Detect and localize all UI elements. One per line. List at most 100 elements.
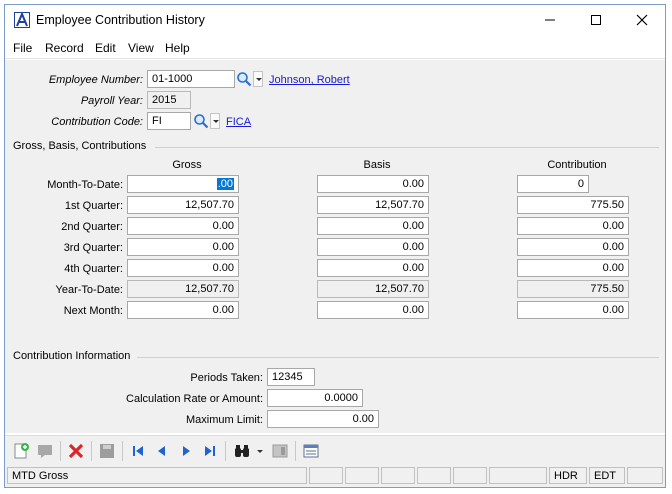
status-pane-empty [345, 467, 379, 484]
menu-edit[interactable]: Edit [95, 41, 116, 55]
next-month-contribution-field[interactable]: 0.00 [517, 301, 629, 319]
next-month-gross-field[interactable]: 0.00 [127, 301, 239, 319]
max-limit-field[interactable]: 0.00 [267, 410, 379, 428]
next-record-button[interactable] [177, 442, 195, 460]
row-label-2nd-quarter: 2nd Quarter: [61, 221, 123, 233]
employee-number-field[interactable]: 01-1000 [147, 70, 235, 88]
maximize-icon [591, 15, 601, 25]
find-dropdown-button[interactable] [255, 442, 265, 460]
status-pane-empty [489, 467, 547, 484]
row-label-1st-quarter: 1st Quarter: [64, 200, 123, 212]
status-bar: MTD Gross HDR EDT [5, 465, 665, 487]
row-label-month-to-date: Month-To-Date: [47, 179, 123, 191]
new-record-icon [14, 443, 29, 459]
contribution-lookup-button[interactable] [193, 113, 209, 129]
toolbar-separator [60, 441, 61, 461]
chevron-down-icon [257, 450, 263, 453]
menu-record[interactable]: Record [45, 41, 84, 55]
title-bar: Employee Contribution History [5, 5, 665, 35]
contribution-lookup-dropdown[interactable] [210, 113, 220, 129]
periods-taken-label: Periods Taken: [190, 372, 263, 384]
status-message: MTD Gross [7, 467, 307, 484]
mtd-contribution-field[interactable]: 0 [517, 175, 589, 193]
ytd-contribution-field: 775.50 [517, 280, 629, 298]
toolbar-separator [225, 441, 226, 461]
form-view-button[interactable] [271, 442, 289, 460]
employee-lookup-button[interactable] [236, 71, 252, 87]
delete-icon [68, 443, 84, 459]
ytd-gross-field: 12,507.70 [127, 280, 239, 298]
next-record-icon [183, 446, 190, 456]
delete-button[interactable] [67, 442, 85, 460]
contribution-code-link[interactable]: FICA [226, 116, 251, 128]
employee-name-link[interactable]: Johnson, Robert [269, 74, 350, 86]
application-window: Employee Contribution History File Recor… [4, 4, 666, 488]
toolbar-separator [122, 441, 123, 461]
status-pane-empty [309, 467, 343, 484]
group-divider [155, 147, 659, 148]
q4-basis-field[interactable]: 0.00 [317, 259, 429, 277]
minimize-icon [545, 19, 555, 21]
q3-basis-field[interactable]: 0.00 [317, 238, 429, 256]
minimize-button[interactable] [527, 5, 573, 35]
q1-gross-field[interactable]: 12,507.70 [127, 196, 239, 214]
previous-record-icon [158, 446, 165, 456]
status-pane-empty [417, 467, 451, 484]
next-month-basis-field[interactable]: 0.00 [317, 301, 429, 319]
mtd-basis-field[interactable]: 0.00 [317, 175, 429, 193]
list-view-button[interactable] [302, 442, 320, 460]
comment-icon [38, 445, 52, 458]
q4-gross-field[interactable]: 0.00 [127, 259, 239, 277]
q1-contribution-field[interactable]: 775.50 [517, 196, 629, 214]
menu-help[interactable]: Help [165, 41, 190, 55]
save-icon [100, 444, 114, 458]
q3-contribution-field[interactable]: 0.00 [517, 238, 629, 256]
max-limit-label: Maximum Limit: [185, 414, 263, 426]
menu-view[interactable]: View [128, 41, 154, 55]
q4-contribution-field[interactable]: 0.00 [517, 259, 629, 277]
status-edt-indicator: EDT [589, 467, 625, 484]
find-button[interactable] [233, 442, 251, 460]
previous-record-button[interactable] [153, 442, 171, 460]
periods-taken-field[interactable]: 12345 [267, 368, 315, 386]
status-hdr-indicator: HDR [549, 467, 587, 484]
contribution-code-field[interactable]: FI [147, 112, 191, 130]
mtd-gross-field[interactable]: .00 [127, 175, 239, 193]
window-title: Employee Contribution History [36, 13, 205, 27]
comment-button[interactable] [36, 442, 54, 460]
menu-file[interactable]: File [13, 41, 32, 55]
grid-group-title: Gross, Basis, Contributions [13, 140, 147, 152]
list-view-icon [303, 444, 319, 458]
new-record-button[interactable] [12, 442, 30, 460]
first-record-button[interactable] [129, 442, 147, 460]
close-button[interactable] [619, 5, 665, 35]
contribution-info-group-title: Contribution Information [13, 350, 131, 362]
calc-rate-field[interactable]: 0.0000 [267, 389, 363, 407]
calc-rate-label: Calculation Rate or Amount: [126, 393, 263, 405]
row-label-year-to-date: Year-To-Date: [55, 284, 123, 296]
mtd-gross-value: .00 [216, 178, 234, 190]
q1-basis-field[interactable]: 12,507.70 [317, 196, 429, 214]
group-divider [137, 357, 659, 358]
menu-bar: File Record Edit View Help [5, 36, 665, 59]
form-view-icon [272, 444, 288, 458]
q3-gross-field[interactable]: 0.00 [127, 238, 239, 256]
employee-lookup-dropdown[interactable] [253, 71, 263, 87]
search-icon [194, 114, 209, 129]
last-record-button[interactable] [201, 442, 219, 460]
ytd-basis-field: 12,507.70 [317, 280, 429, 298]
row-label-3rd-quarter: 3rd Quarter: [63, 242, 123, 254]
toolbar-separator [91, 441, 92, 461]
toolbar-separator [295, 441, 296, 461]
find-icon [235, 445, 249, 457]
q2-contribution-field[interactable]: 0.00 [517, 217, 629, 235]
row-label-4th-quarter: 4th Quarter: [64, 263, 123, 275]
close-icon [636, 14, 648, 26]
save-button[interactable] [98, 442, 116, 460]
app-logo-icon [14, 11, 30, 28]
maximize-button[interactable] [573, 5, 619, 35]
search-icon [237, 72, 252, 87]
q2-gross-field[interactable]: 0.00 [127, 217, 239, 235]
contribution-code-label: Contribution Code: [51, 116, 143, 128]
q2-basis-field[interactable]: 0.00 [317, 217, 429, 235]
